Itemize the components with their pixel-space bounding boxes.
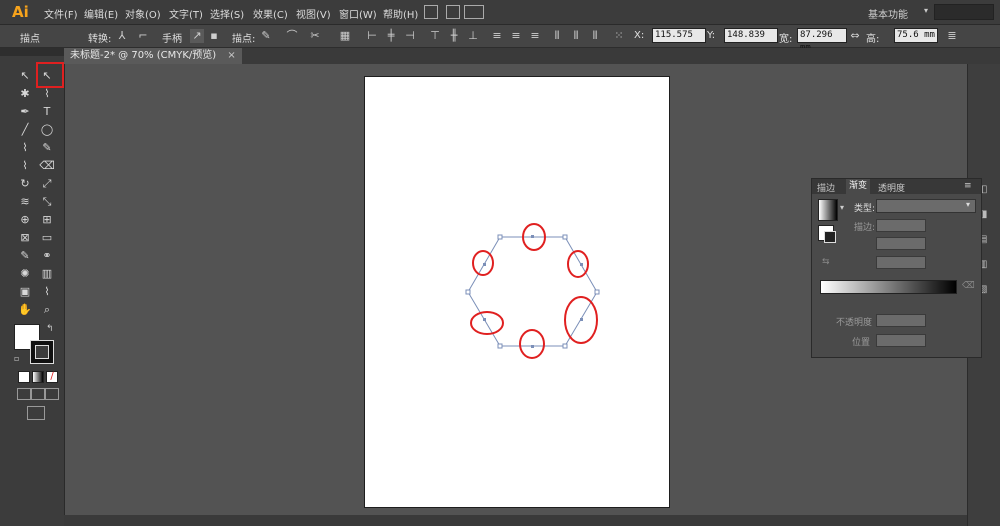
anchor-point[interactable] [497, 234, 503, 240]
type-label: 类型: [854, 204, 876, 214]
tab-gradient[interactable]: 渐变 [846, 179, 871, 194]
chevron-down-icon[interactable]: ▾ [966, 200, 970, 209]
tab-stroke[interactable]: 描边 [817, 181, 835, 194]
midpoint-marker [580, 318, 583, 321]
anchor-point[interactable] [594, 289, 600, 295]
type-select[interactable] [876, 199, 976, 213]
midpoint-marker [531, 235, 534, 238]
panel-tab-bar: 描边 渐变 透明度 ≡ [812, 179, 981, 194]
gradient-preview[interactable] [818, 199, 838, 221]
panel-menu-icon[interactable]: ≡ [964, 181, 972, 191]
chevron-down-icon[interactable]: ▾ [840, 203, 844, 212]
midpoint-marker [531, 345, 534, 348]
location-field[interactable] [876, 334, 926, 347]
midpoint-marker [483, 318, 486, 321]
gradient-slider[interactable] [820, 280, 957, 294]
opacity-field[interactable] [876, 314, 926, 327]
anchor-point[interactable] [562, 234, 568, 240]
opacity-label: 不透明度 [836, 318, 873, 328]
highlight-ellipse [470, 311, 504, 335]
highlight-ellipse [567, 250, 589, 278]
stroke-options[interactable] [876, 219, 926, 232]
anchor-point[interactable] [497, 343, 503, 349]
tab-transparency[interactable]: 透明度 [878, 181, 905, 194]
angle-field[interactable] [876, 237, 926, 250]
reverse-gradient-icon[interactable]: ⇆ [822, 257, 830, 267]
aspect-field[interactable] [876, 256, 926, 269]
anchor-point[interactable] [562, 343, 568, 349]
highlight-ellipse [519, 329, 545, 359]
delete-stop-icon[interactable]: ⌫ [962, 281, 975, 291]
status-bar [64, 515, 967, 526]
stroke-swatch-small[interactable] [824, 231, 836, 243]
stroke-label: 描边: [854, 223, 876, 233]
midpoint-marker [580, 263, 583, 266]
gradient-panel: 描边 渐变 透明度 ≡ ▾ 类型: ▾ 描边: ⇆ ⌫ 不透明度 位置 [811, 178, 982, 358]
midpoint-marker [483, 263, 486, 266]
location-label: 位置 [852, 338, 871, 348]
anchor-point[interactable] [465, 289, 471, 295]
